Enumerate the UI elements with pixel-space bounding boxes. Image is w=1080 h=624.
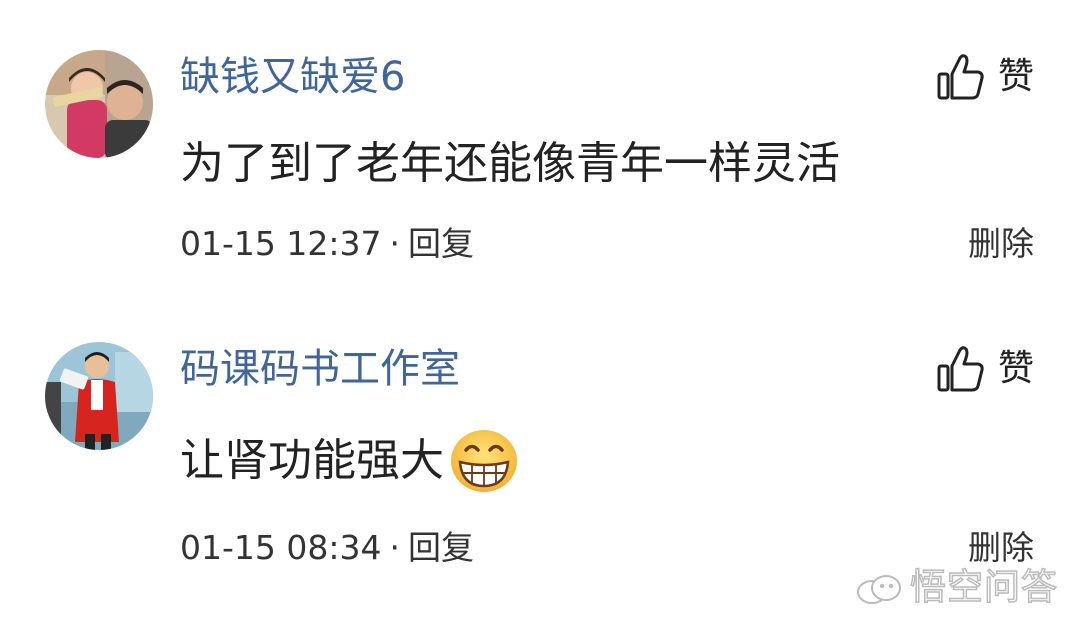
comment-text: 为了到了老年还能像青年一样灵活 [180,136,840,192]
username[interactable]: 缺钱又缺爱6 [180,52,405,102]
comment-time: 01-15 08:34 [180,528,382,567]
comment-item: 缺钱又缺爱6 赞 为了到了老年还能像青年一样灵活 01-15 12:37 · 回… [0,0,1080,300]
thumbs-up-icon [937,54,984,100]
avatar-photo-icon [45,342,153,450]
wukong-logo-icon [856,575,901,604]
like-button[interactable]: 赞 [936,344,1034,394]
separator-dot: · [389,224,400,263]
like-label: 赞 [997,56,1034,97]
avatar-photo-icon [45,50,153,158]
watermark-text: 悟空问答 [909,566,1058,609]
username[interactable]: 码课码书工作室 [180,344,460,394]
user-avatar[interactable] [45,342,153,450]
delete-button[interactable]: 删除 [968,222,1034,266]
comment-text-content: 让肾功能强大 [180,435,444,486]
reply-button[interactable]: 回复 [408,526,474,570]
like-label: 赞 [997,348,1034,389]
reply-button[interactable]: 回复 [408,222,474,266]
comment-item: 码课码书工作室 赞 让肾功能强大 01-15 08:34 · 回复 删除 [0,300,1080,600]
thumbs-up-icon [937,346,984,392]
delete-button[interactable]: 删除 [968,526,1034,570]
grinning-face-emoji-icon [451,430,517,492]
comment-text: 让肾功能强大 [180,428,520,494]
comment-meta: 01-15 08:34 · 回复 [180,526,474,570]
watermark: 悟空问答 [854,566,1058,610]
like-button[interactable]: 赞 [936,52,1034,102]
separator-dot: · [389,528,400,567]
comment-time: 01-15 12:37 [180,224,382,263]
user-avatar[interactable] [45,50,153,158]
comment-meta: 01-15 12:37 · 回复 [180,222,474,266]
comment-text-content: 为了到了老年还能像青年一样灵活 [180,138,840,189]
